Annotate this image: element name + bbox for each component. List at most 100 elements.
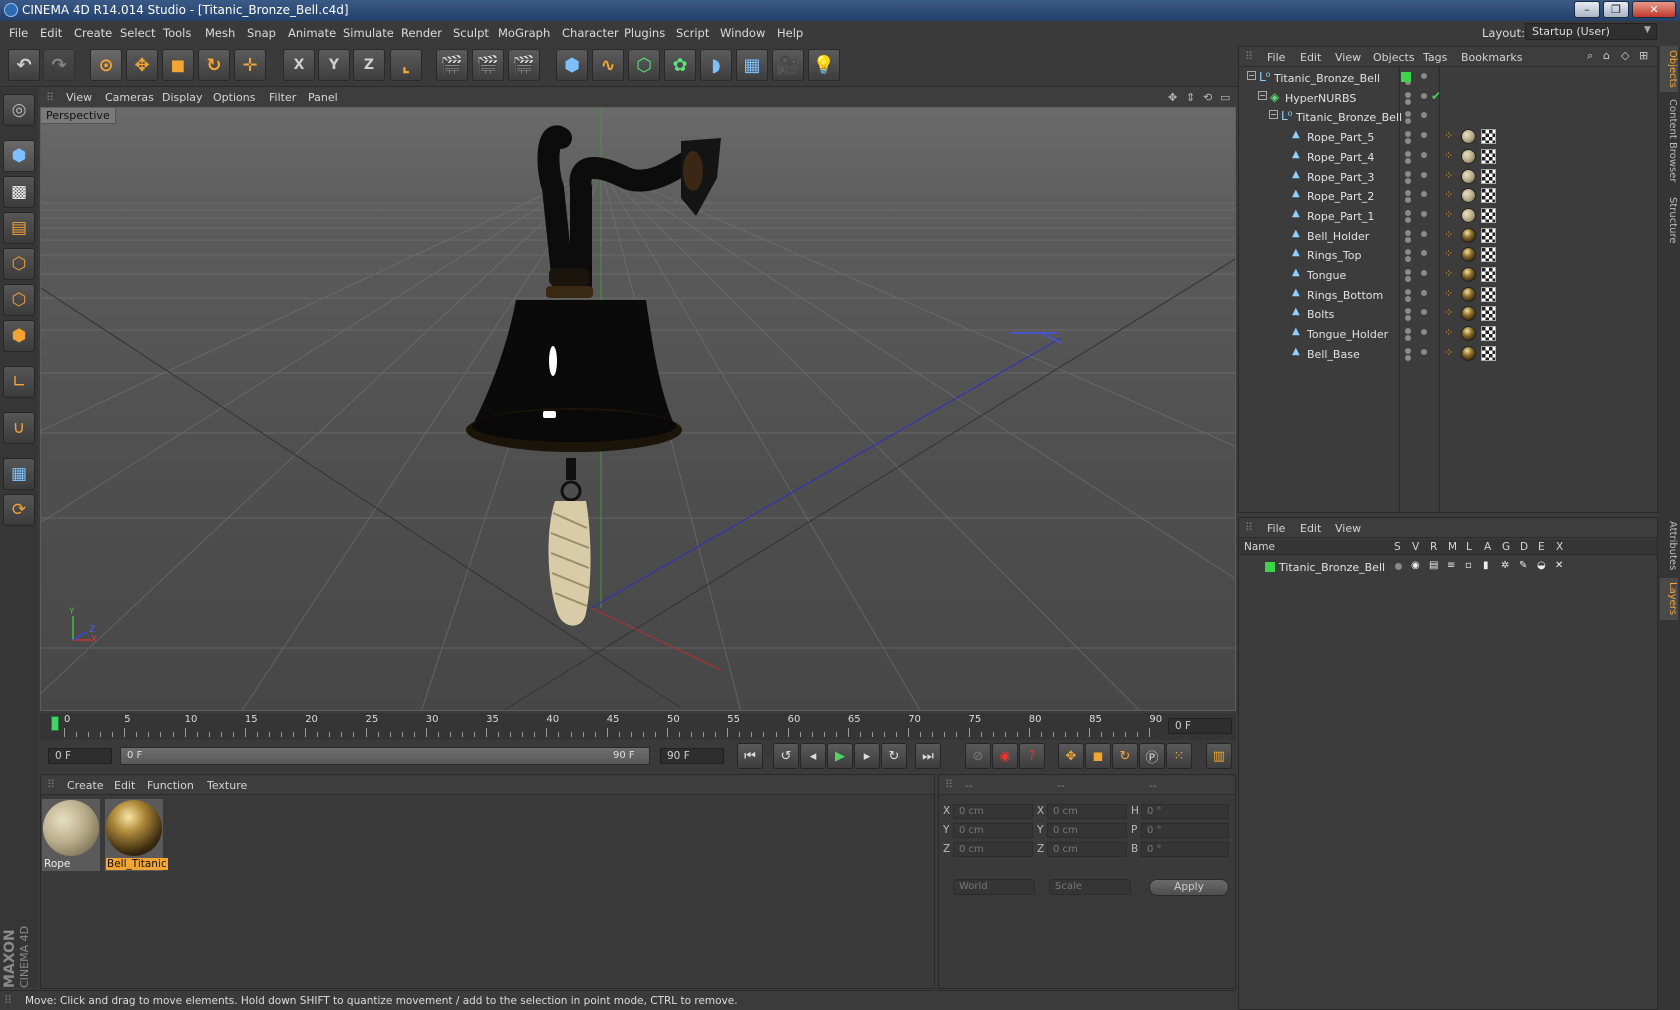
enable-toggle-dot[interactable] — [1421, 250, 1427, 257]
viewport-menu-panel[interactable]: Panel — [308, 91, 338, 104]
render-visibility-dot[interactable] — [1405, 118, 1411, 125]
object-row[interactable]: − L⁰ Titanic_Bronze_Bell — [1239, 68, 1657, 88]
uvw-tag-icon[interactable] — [1481, 129, 1496, 145]
search-icon[interactable]: ⌕ — [1587, 49, 1593, 63]
material-tag-icon[interactable] — [1461, 286, 1476, 302]
menu-mesh[interactable]: Mesh — [205, 26, 235, 40]
menu-help[interactable]: Help — [777, 26, 803, 40]
coord-system-dropdown[interactable]: World — [953, 879, 1035, 895]
editor-visibility-dot[interactable] — [1405, 209, 1411, 216]
render-visibility-dot[interactable] — [1405, 335, 1411, 342]
tab-attributes[interactable]: Attributes — [1660, 516, 1678, 576]
workplane-mode-button[interactable]: ▤ — [3, 212, 35, 244]
maximize-button[interactable]: ❐ — [1603, 1, 1629, 18]
recent-tool-button[interactable]: ✛ — [234, 49, 266, 81]
material-tag-icon[interactable] — [1461, 148, 1476, 164]
editor-visibility-dot[interactable] — [1405, 131, 1411, 138]
close-button[interactable]: ✕ — [1632, 1, 1676, 18]
object-row[interactable]: − ◈ HyperNURBS ✔ — [1239, 88, 1657, 108]
layer-menu-view[interactable]: View — [1335, 522, 1361, 535]
editor-visibility-dot[interactable] — [1405, 170, 1411, 177]
object-menu-objects[interactable]: Objects — [1373, 51, 1415, 64]
rotate-view-icon[interactable]: ⟲ — [1203, 91, 1212, 104]
phong-tag-icon[interactable]: ⁘ — [1444, 287, 1453, 300]
render-visibility-dot[interactable] — [1405, 98, 1411, 105]
menu-sculpt[interactable]: Sculpt — [453, 26, 489, 40]
next-frame-button[interactable]: ▸ — [854, 743, 880, 769]
object-row[interactable]: ▲ Bell_Base ⁘ — [1239, 344, 1657, 364]
rotation-b-field[interactable]: 0 ° — [1141, 842, 1229, 857]
layer-color-swatch[interactable] — [1401, 72, 1411, 82]
perspective-viewport[interactable]: Perspective Y Z X — [40, 107, 1236, 711]
material-tag-icon[interactable] — [1461, 345, 1476, 361]
editor-visibility-dot[interactable] — [1405, 229, 1411, 236]
go-to-start-button[interactable]: ⏮ — [737, 743, 763, 769]
material-tag-icon[interactable] — [1461, 129, 1476, 145]
x-axis-button[interactable]: X — [283, 49, 315, 81]
y-axis-button[interactable]: Y — [318, 49, 350, 81]
phong-tag-icon[interactable]: ⁘ — [1444, 306, 1453, 319]
render-settings-button[interactable]: 🎬 — [508, 49, 540, 81]
start-frame-field[interactable]: 0 F — [48, 748, 112, 764]
phong-tag-icon[interactable]: ⁘ — [1444, 169, 1453, 182]
enable-toggle-dot[interactable] — [1421, 92, 1427, 99]
add-array-button[interactable]: ✿ — [664, 49, 696, 81]
lock-icon[interactable]: ▫ — [1465, 560, 1472, 571]
add-cube-button[interactable]: ⬢ — [556, 49, 588, 81]
material-menu-create[interactable]: Create — [67, 779, 104, 792]
menu-script[interactable]: Script — [676, 26, 709, 40]
render-visibility-dot[interactable] — [1405, 216, 1411, 223]
record-rotation-button[interactable]: ↻ — [1112, 743, 1138, 769]
enable-toggle-dot[interactable] — [1421, 112, 1427, 119]
uvw-tag-icon[interactable] — [1481, 286, 1496, 302]
editor-visibility-dot[interactable] — [1405, 308, 1411, 315]
playhead-marker[interactable] — [51, 716, 59, 731]
editor-visibility-dot[interactable] — [1405, 150, 1411, 157]
expression-icon[interactable]: ◒ — [1537, 560, 1546, 571]
pan-view-icon[interactable]: ✥ — [1168, 91, 1177, 104]
xref-icon[interactable]: ✕ — [1555, 560, 1563, 571]
play-button[interactable]: ▶ — [827, 743, 853, 769]
material-tag-icon[interactable] — [1461, 326, 1476, 342]
uvw-tag-icon[interactable] — [1481, 326, 1496, 342]
phong-tag-icon[interactable]: ⁘ — [1444, 129, 1453, 142]
uvw-tag-icon[interactable] — [1481, 306, 1496, 322]
editor-visibility-dot[interactable] — [1405, 269, 1411, 275]
enable-toggle-dot[interactable] — [1421, 171, 1427, 178]
model-mode-button[interactable]: ⬢ — [3, 140, 35, 172]
uvw-tag-icon[interactable] — [1481, 227, 1496, 243]
object-row[interactable]: ▲ Rope_Part_4 ⁘ — [1239, 147, 1657, 167]
editor-visibility-dot[interactable] — [1405, 91, 1411, 98]
make-editable-button[interactable]: ◎ — [3, 94, 35, 126]
layer-menu-edit[interactable]: Edit — [1300, 522, 1321, 535]
enable-toggle-dot[interactable] — [1421, 270, 1427, 276]
go-to-end-button[interactable]: ⏭ — [915, 743, 941, 769]
menu-select[interactable]: Select — [120, 26, 155, 40]
timeline-window-button[interactable]: ▥ — [1206, 743, 1232, 769]
add-light-button[interactable]: 💡 — [808, 49, 840, 81]
material-tag-icon[interactable] — [1461, 247, 1476, 263]
uvw-tag-icon[interactable] — [1481, 188, 1496, 204]
collapse-icon[interactable]: ◇ — [1621, 49, 1629, 62]
render-visibility-dot[interactable] — [1405, 157, 1411, 164]
render-visibility-dot[interactable] — [1405, 177, 1411, 184]
render-icon[interactable]: ▤ — [1429, 560, 1438, 571]
previous-frame-button[interactable]: ◂ — [800, 743, 826, 769]
record-keys-button[interactable]: ⊘ — [965, 743, 991, 769]
enable-toggle-dot[interactable] — [1421, 132, 1427, 139]
deformer-icon[interactable]: ✎ — [1519, 560, 1527, 571]
tab-objects[interactable]: Objects — [1660, 46, 1678, 92]
phong-tag-icon[interactable]: ⁘ — [1444, 346, 1453, 359]
apply-button[interactable]: Apply — [1149, 879, 1229, 896]
phong-tag-icon[interactable]: ⁘ — [1444, 149, 1453, 162]
add-spline-button[interactable]: ∿ — [592, 49, 624, 81]
material-bell-titanic[interactable]: Bell_Titanic — [105, 799, 168, 871]
record-scale-button[interactable]: ◼ — [1085, 743, 1111, 769]
autokeying-button[interactable]: ◉ — [992, 743, 1018, 769]
size-y-field[interactable]: 0 cm — [1047, 823, 1127, 838]
timeline-ruler[interactable]: 0 5 10 15 20 25 30 35 40 45 50 55 60 65 70 75 80 85 90 0 F — [40, 713, 1236, 740]
material-tag-icon[interactable] — [1461, 188, 1476, 204]
position-z-field[interactable]: 0 cm — [953, 842, 1033, 857]
render-visibility-dot[interactable] — [1405, 256, 1411, 263]
tab-content-browser[interactable]: Content Browser — [1660, 96, 1678, 186]
